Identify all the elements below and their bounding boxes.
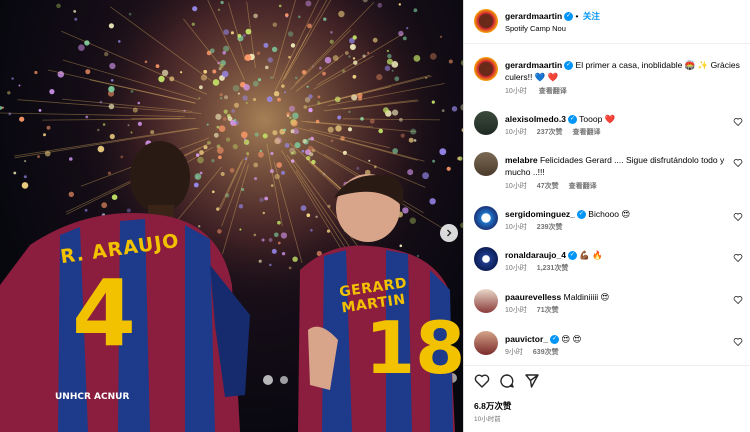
comment-likes[interactable]: 1,231次赞: [537, 265, 569, 272]
post-photo[interactable]: R. ARAUJO 4 UNHCR ACNUR GERARD MARTIN 18: [0, 0, 463, 432]
comment-text: Tooop ❤️: [579, 114, 616, 124]
like-comment-heart-icon[interactable]: [733, 337, 743, 347]
comment-likes[interactable]: 47次赞: [537, 183, 559, 190]
comment-username[interactable]: alexisolmedo.3: [505, 114, 566, 124]
avatar[interactable]: [474, 152, 498, 176]
like-heart-icon[interactable]: [474, 373, 490, 389]
jersey-right-number: 18: [365, 306, 463, 390]
like-comment-heart-icon[interactable]: [733, 117, 743, 127]
comment-likes[interactable]: 71次赞: [537, 307, 559, 314]
verified-icon: ✓: [564, 12, 574, 22]
comment-time: 10小时: [505, 265, 527, 272]
verified-icon: ✓: [564, 61, 574, 71]
post-header: gerardmaartin ✓ • 关注 Spotify Camp Nou: [464, 0, 750, 44]
post-actions: 6.8万次赞 10小时前: [464, 365, 750, 432]
follow-button[interactable]: 关注: [583, 11, 600, 21]
like-comment-heart-icon[interactable]: [733, 295, 743, 305]
avatar[interactable]: [474, 57, 498, 81]
jersey-left-sponsor: UNHCR ACNUR: [55, 392, 130, 402]
comment-text: Felicidades Gerard .... Sigue disfrutánd…: [505, 155, 725, 177]
verified-icon: ✓: [567, 115, 577, 125]
comment-text: 💪🏾 🔥: [579, 250, 603, 260]
share-paper-plane-icon[interactable]: [524, 373, 540, 389]
comment-username[interactable]: pauvictor_: [505, 334, 548, 344]
comment-item: pauvictor_ ✓ 😍 😍 9小时 639次赞: [464, 331, 750, 365]
caption-time: 10小时: [505, 88, 527, 95]
comment-item: alexisolmedo.3 ✓ Tooop ❤️ 10小时 237次赞 查看翻译: [464, 111, 750, 151]
verified-icon: ✓: [567, 251, 577, 261]
comment-time: 10小时: [505, 307, 527, 314]
comment-username[interactable]: paaurevelless: [505, 292, 561, 302]
comment-item: paaurevelless Maldiniiiii 😍 10小时 71次赞: [464, 289, 750, 329]
like-comment-heart-icon[interactable]: [733, 212, 743, 222]
next-photo-button[interactable]: [440, 224, 458, 242]
avatar[interactable]: [474, 247, 498, 271]
verified-icon: ✓: [550, 335, 559, 345]
comment-bubble-icon[interactable]: [499, 373, 515, 389]
comment-time: 10小时: [505, 224, 527, 231]
like-comment-heart-icon[interactable]: [733, 253, 743, 263]
comment-text: Maldiniiiii 😍: [563, 292, 610, 302]
translate-link[interactable]: 查看翻译: [572, 129, 600, 136]
avatar[interactable]: [474, 331, 498, 355]
comment-item: sergidominguez_ ✓ Bichooo 😍 10小时 239次赞: [464, 206, 750, 246]
chevron-right-icon: [447, 229, 452, 237]
comment-text: 😍 😍: [561, 334, 582, 344]
comment-time: 9小时: [505, 349, 523, 356]
comment-time: 10小时: [505, 129, 527, 136]
comment-time: 10小时: [505, 183, 527, 190]
translate-link[interactable]: 查看翻译: [539, 88, 567, 95]
post-panel: gerardmaartin ✓ • 关注 Spotify Camp Nou ger…: [463, 0, 750, 432]
avatar[interactable]: [474, 111, 498, 135]
avatar[interactable]: [474, 9, 498, 33]
post-time-ago: 10小时前: [474, 416, 501, 423]
translate-link[interactable]: 查看翻译: [569, 183, 597, 190]
post-username[interactable]: gerardmaartin: [505, 11, 562, 21]
comment-username[interactable]: ronaldaraujo_4: [505, 250, 566, 260]
comment-item: melabre Felicidades Gerard .... Sigue di…: [464, 152, 750, 200]
comment-username[interactable]: sergidominguez_: [505, 209, 575, 219]
avatar[interactable]: [474, 206, 498, 230]
post-like-count[interactable]: 6.8万次赞: [474, 400, 511, 412]
comment-likes[interactable]: 639次赞: [533, 349, 559, 356]
comment-likes[interactable]: 237次赞: [537, 129, 563, 136]
comment-text: Bichooo 😍: [588, 209, 631, 219]
comment-item: ronaldaraujo_4 ✓ 💪🏾 🔥 10小时 1,231次赞: [464, 247, 750, 287]
comment-username[interactable]: melabre: [505, 155, 538, 165]
caption-username[interactable]: gerardmaartin: [505, 60, 562, 70]
jersey-left-number: 4: [72, 260, 137, 367]
like-comment-heart-icon[interactable]: [733, 158, 743, 168]
comment-likes[interactable]: 239次赞: [537, 224, 563, 231]
avatar[interactable]: [474, 289, 498, 313]
post-caption: gerardmaartin ✓ El primer a casa, inoblid…: [464, 57, 750, 97]
post-location[interactable]: Spotify Camp Nou: [505, 24, 566, 33]
verified-icon: ✓: [576, 210, 586, 220]
